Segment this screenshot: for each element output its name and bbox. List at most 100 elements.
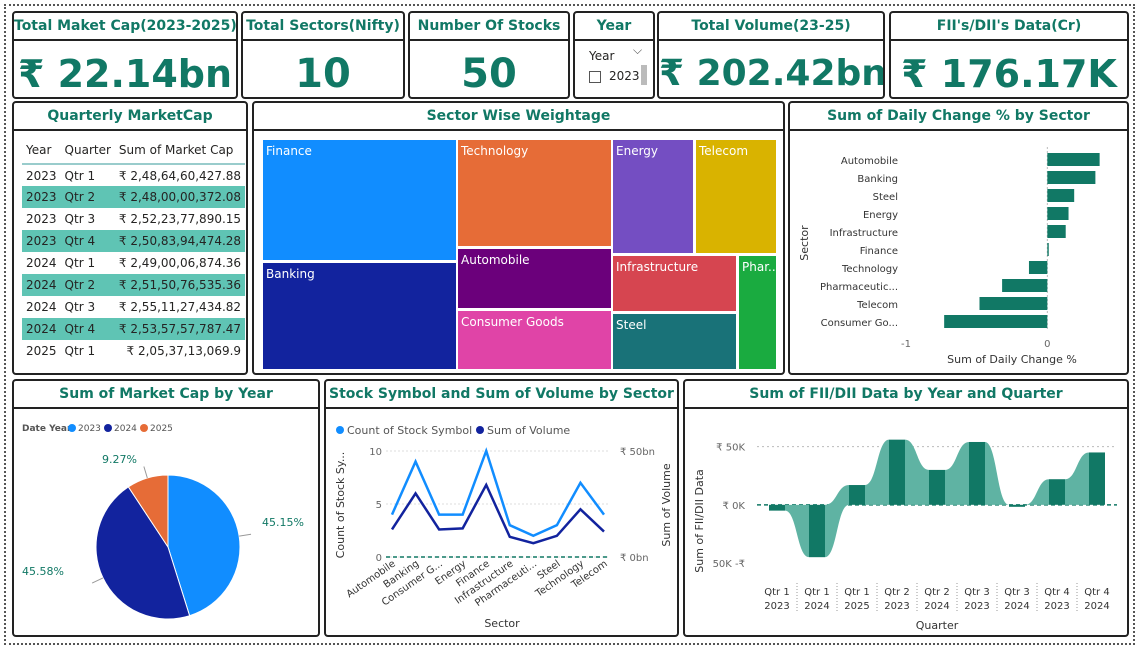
legend-label: 2025 xyxy=(150,424,173,434)
column-header-market-cap[interactable]: Sum of Market Cap xyxy=(114,139,246,165)
cell-year: 2023 xyxy=(22,186,61,208)
legend-marker xyxy=(336,426,344,434)
table-row[interactable]: 2024 Qtr 3 ₹ 2,55,11,27,434.82 xyxy=(22,296,245,318)
legend-label: Sum of Volume xyxy=(487,424,570,437)
legend-label: 2024 xyxy=(114,424,137,434)
daily-change-bar[interactable] xyxy=(979,297,1048,310)
kpi-title: Total Maket Cap(2023-2025) xyxy=(14,13,236,41)
x-tick-year: 2024 xyxy=(1084,601,1109,612)
fii-bar[interactable] xyxy=(889,439,905,505)
treemap-tile-label: Infrastructure xyxy=(616,260,698,274)
x-tick-year: 2023 xyxy=(1044,601,1069,612)
cell-market-cap: ₹ 2,48,64,60,427.88 xyxy=(118,168,242,183)
daily-change-bar[interactable] xyxy=(1047,225,1066,238)
quarterly-marketcap-table[interactable]: Quarterly MarketCap Year Quarter Sum of … xyxy=(12,101,248,375)
y-tick-label: 50K -₹ xyxy=(713,559,745,570)
table-row[interactable]: 2024 Qtr 4 ₹ 2,53,57,57,787.47 xyxy=(22,318,246,340)
chevron-down-icon[interactable]: ⌵ xyxy=(633,43,642,58)
pie-leader-line xyxy=(239,533,252,537)
category-label: Steel xyxy=(873,192,898,203)
slicer-scrollbar[interactable] xyxy=(641,65,647,85)
fii-bar[interactable] xyxy=(1009,504,1025,507)
kpi-value: ₹ 22.14bn xyxy=(17,52,233,96)
count-series-line[interactable] xyxy=(390,447,606,538)
cell-market-cap: ₹ 2,53,57,57,787.47 xyxy=(114,318,246,340)
fii-bar[interactable] xyxy=(769,504,785,511)
daily-change-bar[interactable] xyxy=(1047,243,1049,256)
cell-year: 2024 xyxy=(26,256,57,270)
fii-bar[interactable] xyxy=(1089,452,1105,505)
cell-year: 2025 xyxy=(26,344,57,358)
table-row[interactable]: 2023 Qtr 2 ₹ 2,48,00,00,372.08 xyxy=(22,186,246,208)
fii-bar[interactable] xyxy=(809,504,825,558)
y-tick-label: ₹ 50K xyxy=(716,443,745,454)
cell-year: 2023 xyxy=(26,212,57,226)
right-tick-label: ₹ 0bn xyxy=(620,553,649,564)
panel-title: Stock Symbol and Sum of Volume by Sector xyxy=(326,381,677,409)
x-axis-title: Sum of Daily Change % xyxy=(947,353,1077,366)
x-tick-quarter: Qtr 2 xyxy=(924,587,949,598)
daily-change-bar[interactable] xyxy=(1047,171,1096,184)
fii-dii-panel[interactable]: Sum of FII/DII Data by Year and Quarter … xyxy=(683,379,1129,637)
category-label: Pharmaceutic... xyxy=(820,282,898,293)
column-header-year[interactable]: Year xyxy=(22,139,61,165)
x-tick-quarter: Qtr 1 xyxy=(844,587,869,598)
table-row[interactable]: 2023 Qtr 3 ₹ 2,52,23,77,890.15 xyxy=(22,208,245,230)
daily-change-bar[interactable] xyxy=(1002,279,1048,292)
market-cap-pie-panel[interactable]: Sum of Market Cap by Year Date Year 2023 2… xyxy=(12,379,320,637)
cell-year: 2024 xyxy=(22,318,61,340)
market-cap-pie-chart: Date Year 2023 2024 2025 45.15% 45.58% 9.27% xyxy=(22,424,304,620)
kpi-number-of-stocks[interactable]: Number Of Stocks 50 xyxy=(408,11,570,99)
legend-marker xyxy=(68,424,76,432)
checkbox-2023[interactable] xyxy=(589,71,601,83)
fii-bar[interactable] xyxy=(969,441,985,505)
fii-bar[interactable] xyxy=(929,469,945,505)
pie-data-label: 45.15% xyxy=(262,516,304,529)
fii-bar[interactable] xyxy=(1049,479,1065,505)
legend-label: Count of Stock Symbol xyxy=(347,424,472,437)
cell-market-cap: ₹ 2,05,37,13,069.9 xyxy=(126,344,242,358)
daily-change-bar[interactable] xyxy=(1047,207,1069,220)
daily-change-panel[interactable]: Sum of Daily Change % by Sector Automobi… xyxy=(788,101,1129,375)
table-row[interactable]: 2024 Qtr 1 ₹ 2,49,00,06,874.36 xyxy=(22,252,245,274)
cell-quarter: Qtr 2 xyxy=(60,186,115,208)
kpi-total-volume[interactable]: Total Volume(23-25) ₹ 202.42bn xyxy=(657,11,885,99)
daily-change-bar[interactable] xyxy=(944,315,1048,328)
treemap-tile-label: Automobile xyxy=(461,253,530,267)
table-row[interactable]: 2023 Qtr 1 ₹ 2,48,64,60,427.88 xyxy=(22,164,245,186)
kpi-fii-dii[interactable]: FII's/DII's Data(Cr) ₹ 176.17K xyxy=(889,11,1129,99)
treemap-svg: Finance Banking Technology Automobile Consum… xyxy=(261,138,779,371)
table-row[interactable]: 2024 Qtr 2 ₹ 2,51,50,76,535.36 xyxy=(22,274,246,296)
x-tick-year: 2024 xyxy=(1004,601,1029,612)
category-label: Finance xyxy=(860,246,898,257)
panel-title: Sector Wise Weightage xyxy=(254,103,783,131)
ribbon-connector xyxy=(865,439,889,505)
panel-title: Sum of Daily Change % by Sector xyxy=(790,103,1127,131)
pie-data-label: 45.58% xyxy=(22,565,64,578)
year-slicer[interactable]: Year Year ⌵ 2023 xyxy=(573,11,655,99)
cell-year: 2024 xyxy=(22,274,61,296)
ribbon-connector xyxy=(945,441,969,505)
table-row[interactable]: 2025 Qtr 1 ₹ 2,05,37,13,069.9 xyxy=(22,340,245,362)
category-label: Banking xyxy=(857,174,898,185)
volume-chart-panel[interactable]: Stock Symbol and Sum of Volume by Sector… xyxy=(324,379,679,637)
daily-change-bar[interactable] xyxy=(1047,153,1100,166)
column-header-quarter[interactable]: Quarter xyxy=(60,139,115,165)
slicer-option-2023[interactable]: 2023 xyxy=(609,69,640,83)
cell-quarter: Qtr 3 xyxy=(64,300,96,314)
treemap-tile-label: Telecom xyxy=(698,144,748,158)
daily-change-chart: Automobile Banking Steel Energy Infrastructu… xyxy=(798,147,1100,366)
cell-year: 2023 xyxy=(26,168,57,183)
legend-title: Date Year xyxy=(22,424,72,434)
fii-bar[interactable] xyxy=(849,485,865,505)
volume-series-line[interactable] xyxy=(390,482,605,545)
legend-marker xyxy=(140,424,148,432)
legend-label: 2023 xyxy=(78,424,101,434)
ribbon-connector xyxy=(1025,479,1049,505)
kpi-total-sectors[interactable]: Total Sectors(Nifty) 10 xyxy=(241,11,405,99)
daily-change-bar[interactable] xyxy=(1028,261,1048,274)
daily-change-bar[interactable] xyxy=(1047,189,1075,202)
kpi-total-market-cap[interactable]: Total Maket Cap(2023-2025) ₹ 22.14bn xyxy=(12,11,238,99)
sector-treemap-panel[interactable]: Sector Wise Weightage Finance Banking Tech… xyxy=(252,101,785,375)
table-row[interactable]: 2023 Qtr 4 ₹ 2,50,83,94,474.28 xyxy=(22,230,246,252)
